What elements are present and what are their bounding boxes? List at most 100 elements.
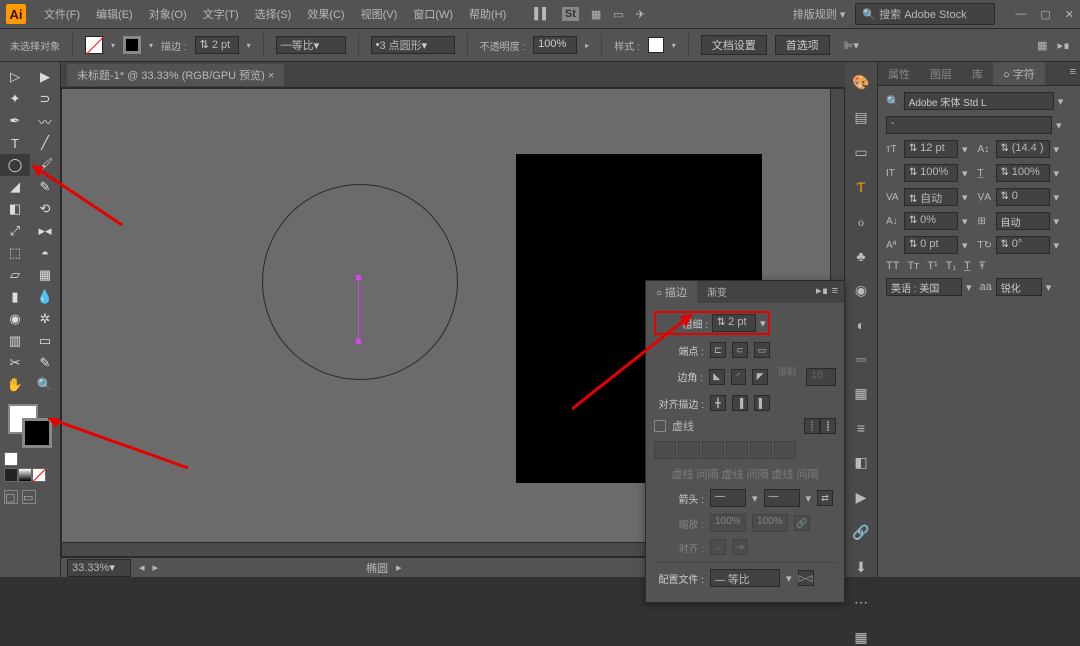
artboards-icon[interactable]: ▭ bbox=[852, 144, 870, 161]
menu-file[interactable]: 文件(F) bbox=[36, 6, 88, 22]
bridge-icon[interactable]: ▌▌ bbox=[534, 8, 550, 20]
stroke-weight-field[interactable]: ⇅ 2 pt bbox=[712, 314, 756, 332]
symbols-icon[interactable]: ♣ bbox=[852, 248, 870, 264]
layers-icon[interactable]: ▤ bbox=[852, 109, 870, 126]
eraser-tool[interactable]: ◧ bbox=[0, 198, 30, 220]
all-caps-icon[interactable]: TT bbox=[886, 260, 899, 272]
underline-icon[interactable]: T̲ bbox=[964, 260, 971, 272]
tab-close-icon[interactable]: × bbox=[268, 70, 274, 82]
scale-tool[interactable]: ⤢ bbox=[0, 220, 30, 242]
free-transform-tool[interactable]: ⬚ bbox=[0, 242, 30, 264]
arrow-start-dropdown[interactable]: — bbox=[710, 489, 746, 507]
prefs-button[interactable]: 首选项 bbox=[775, 35, 830, 55]
profile-dropdown[interactable]: — 等比 ▾ bbox=[276, 36, 346, 54]
symbol-tool[interactable]: ✲ bbox=[30, 308, 60, 330]
doc-setup-button[interactable]: 文档设置 bbox=[701, 35, 767, 55]
font-size-input[interactable]: ⇅ 12 pt bbox=[904, 140, 958, 158]
stroke-weight-input[interactable]: ⇅ 2 pt bbox=[195, 36, 239, 54]
arrow-end-dropdown[interactable]: — bbox=[764, 489, 800, 507]
stock-icon[interactable]: St bbox=[562, 7, 579, 21]
lasso-tool[interactable]: ⊃ bbox=[30, 88, 60, 110]
menu-view[interactable]: 视图(V) bbox=[353, 6, 406, 22]
curvature-tool[interactable]: 〰 bbox=[30, 110, 60, 132]
libraries-icon[interactable]: ▫▫ bbox=[852, 351, 870, 367]
align-center-icon[interactable]: ╋ bbox=[710, 395, 726, 411]
shape-builder-tool[interactable]: ◓ bbox=[30, 242, 60, 264]
close-icon[interactable]: ✕ bbox=[1065, 8, 1074, 21]
stroke-weight-dropdown-icon[interactable]: ▾ bbox=[760, 317, 766, 330]
eyedropper-tool[interactable]: 💧 bbox=[30, 286, 60, 308]
corner-bevel-icon[interactable]: ◤ bbox=[752, 369, 768, 385]
blend-tool[interactable]: ◉ bbox=[0, 308, 30, 330]
doc-icon[interactable]: ▭ bbox=[613, 8, 623, 21]
stroke-tab[interactable]: ○ 描边 bbox=[646, 281, 697, 303]
shaper-tool[interactable]: ◢ bbox=[0, 176, 30, 198]
align-inside-icon[interactable]: ▐ bbox=[732, 395, 748, 411]
menu-type[interactable]: 文字(T) bbox=[195, 6, 247, 22]
swatches-icon[interactable]: ◐ bbox=[852, 317, 870, 333]
arrow-swap-icon[interactable]: ⇄ bbox=[817, 490, 833, 506]
gradient-mode-icon[interactable] bbox=[18, 468, 32, 482]
asset-export-icon[interactable]: ⬇ bbox=[852, 559, 870, 576]
corner-round-icon[interactable]: ◜ bbox=[731, 369, 747, 385]
layout-rules-dropdown[interactable]: 排版规则 ▾ bbox=[793, 6, 846, 22]
antialias-dropdown[interactable]: 锐化 bbox=[996, 278, 1042, 296]
panel-menu-icon[interactable]: ≡ bbox=[1066, 62, 1080, 85]
tab-properties[interactable]: 属性 bbox=[878, 62, 920, 85]
cap-round-icon[interactable]: ⊂ bbox=[732, 342, 748, 358]
auto-input[interactable]: 自动 bbox=[996, 212, 1050, 230]
menu-edit[interactable]: 编辑(E) bbox=[88, 6, 141, 22]
pathfinder-icon[interactable]: ◧ bbox=[852, 454, 870, 471]
mesh-tool[interactable]: ▦ bbox=[30, 264, 60, 286]
graph-tool[interactable]: ▥ bbox=[0, 330, 30, 352]
dash-preserve-icon[interactable]: ┊ bbox=[804, 418, 820, 434]
panel-menu-icon[interactable]: ▸∎ bbox=[1057, 39, 1070, 52]
tab-layers[interactable]: 图层 bbox=[920, 62, 962, 85]
none-mode-icon[interactable] bbox=[32, 468, 46, 482]
eyedropper2-tool[interactable]: ✎ bbox=[30, 352, 60, 374]
gradient-tool[interactable]: ▮ bbox=[0, 286, 30, 308]
zoom-tool[interactable]: 🔍 bbox=[30, 374, 60, 396]
publish-icon[interactable]: ✈ bbox=[636, 8, 645, 21]
dash-checkbox[interactable] bbox=[654, 420, 666, 432]
rise-input[interactable]: ⇅ 0 pt bbox=[904, 236, 958, 254]
nav-next-icon[interactable]: ▸ bbox=[153, 561, 159, 574]
selection-tool[interactable]: ▷ bbox=[0, 66, 30, 88]
artboard-tool[interactable]: ▭ bbox=[30, 330, 60, 352]
drawn-ellipse[interactable] bbox=[262, 184, 458, 380]
ellipse-tool[interactable]: ◯ bbox=[0, 154, 30, 176]
appearance-icon[interactable]: 🎨 bbox=[852, 74, 870, 91]
flip-along-icon[interactable]: ▷◁ bbox=[798, 570, 814, 586]
dash-align-icon[interactable]: ┋ bbox=[820, 418, 836, 434]
document-tab[interactable]: 未标题-1* @ 33.33% (RGB/GPU 预览) × bbox=[67, 64, 284, 86]
tracking-input[interactable]: ⇅ 0 bbox=[996, 188, 1050, 206]
gradient-tab[interactable]: 渐变 bbox=[697, 281, 737, 303]
search-input[interactable]: 🔍 搜索 Adobe Stock bbox=[855, 3, 995, 25]
limit-input[interactable]: 10 bbox=[806, 368, 836, 386]
links-icon[interactable]: 🔗 bbox=[852, 524, 870, 541]
minimize-icon[interactable]: — bbox=[1015, 8, 1026, 21]
glyphs-icon[interactable]: ℴ bbox=[852, 213, 870, 230]
menu-help[interactable]: 帮助(H) bbox=[461, 6, 514, 22]
strikethrough-icon[interactable]: Ŧ bbox=[979, 260, 986, 272]
baseline-input[interactable]: ⇅ 0% bbox=[904, 212, 958, 230]
hscale-input[interactable]: ⇅ 100% bbox=[996, 164, 1050, 182]
cap-butt-icon[interactable]: ⊏ bbox=[710, 342, 726, 358]
tab-libraries[interactable]: 库 bbox=[962, 62, 993, 85]
opacity-input[interactable]: 100% bbox=[533, 36, 577, 54]
language-dropdown[interactable]: 英语 : 美国 bbox=[886, 278, 962, 296]
screen-mode-icon[interactable]: ▢ bbox=[4, 490, 18, 504]
arrange-icon[interactable]: ▦ bbox=[591, 8, 601, 21]
menu-window[interactable]: 窗口(W) bbox=[405, 6, 461, 22]
separator-icon[interactable]: ⋯ bbox=[852, 594, 870, 611]
subscript-icon[interactable]: T₁ bbox=[946, 260, 956, 272]
corner-miter-icon[interactable]: ◣ bbox=[709, 369, 725, 385]
leading-input[interactable]: ⇅ (14.4 ) bbox=[996, 140, 1050, 158]
type-tool[interactable]: T bbox=[0, 132, 30, 154]
vscale-input[interactable]: ⇅ 100% bbox=[904, 164, 958, 182]
stroke-swatch-opt[interactable] bbox=[123, 36, 141, 54]
font-family-dropdown[interactable]: Adobe 宋体 Std L bbox=[904, 92, 1054, 110]
transparency-icon[interactable]: ▦ bbox=[852, 385, 870, 402]
panel-collapse-icon[interactable]: ▦ bbox=[1037, 39, 1047, 52]
more-icon[interactable]: ▦ bbox=[852, 629, 870, 646]
